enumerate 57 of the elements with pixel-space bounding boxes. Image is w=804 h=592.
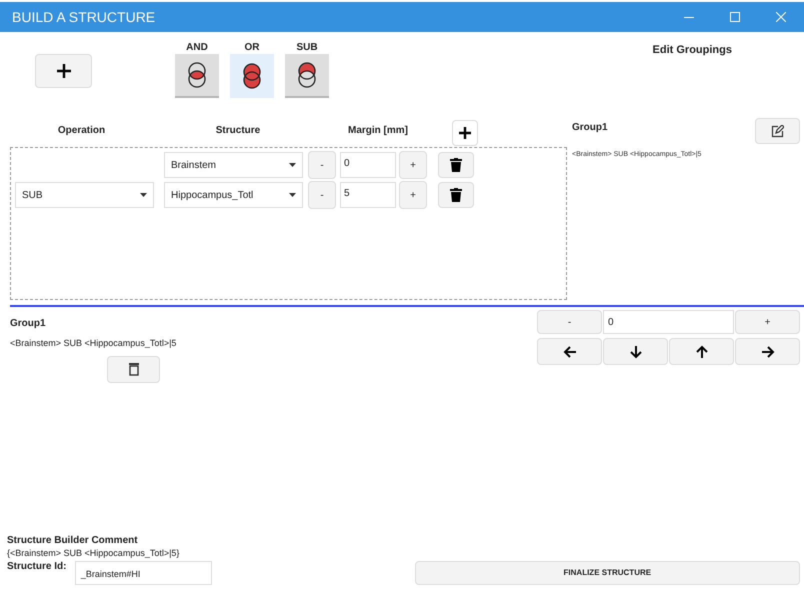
caret-icon	[289, 163, 296, 167]
plus-icon	[56, 64, 70, 78]
operator-button[interactable]	[230, 54, 274, 98]
arrow-icon	[694, 344, 708, 358]
delete-button[interactable]	[438, 182, 474, 208]
caret-icon	[289, 193, 296, 197]
operator-label: AND	[186, 41, 208, 54]
arrow-button[interactable]	[669, 338, 734, 365]
comment-label: Structure Builder Comment	[7, 535, 139, 547]
finalize-button[interactable]: FINALIZE STRUCTURE	[414, 561, 800, 585]
minimize-icon	[684, 16, 694, 18]
arrow-icon	[760, 344, 774, 358]
window-title: BUILD A STRUCTURE	[12, 8, 156, 26]
trash-icon	[128, 362, 140, 376]
operator-label: OR	[244, 41, 260, 54]
decrease-button[interactable]: -	[537, 310, 602, 334]
section-title: Edit Groupings	[652, 43, 732, 58]
group-name: Group1	[10, 317, 47, 331]
operator-button[interactable]	[175, 54, 219, 98]
column-header: Operation	[56, 124, 106, 138]
structure-id-field[interactable]: _Brainstem#HI	[74, 561, 212, 585]
column-header: Margin [mm]	[347, 124, 409, 138]
arrow-button[interactable]	[735, 338, 800, 365]
edit-icon	[771, 124, 784, 138]
add-row-button[interactable]	[452, 120, 478, 146]
group-name: Group1	[572, 121, 608, 135]
offset-field[interactable]: 0	[603, 310, 734, 334]
arrow-icon	[628, 344, 642, 358]
edit-button[interactable]	[755, 118, 800, 144]
delete-group-button[interactable]	[107, 356, 160, 382]
group-expression: <Brainstem> SUB <Hippocampus_Totl>|5	[10, 337, 178, 350]
delete-button[interactable]	[438, 152, 474, 178]
decrease-button[interactable]: -	[308, 151, 336, 179]
trash-icon	[450, 158, 462, 172]
comment-text: {<Brainstem> SUB <Hippocampus_Totl>|5}	[7, 547, 180, 559]
plus-icon	[459, 127, 471, 139]
decrease-button[interactable]: -	[308, 181, 336, 209]
operator-label: SUB	[296, 41, 318, 54]
arrow-icon	[562, 344, 576, 358]
increase-button[interactable]: +	[399, 151, 427, 179]
operation-dropdown[interactable]: SUB	[15, 182, 154, 208]
operator-button[interactable]	[285, 54, 329, 98]
maximize-icon	[730, 12, 740, 22]
increase-button[interactable]: +	[735, 310, 800, 334]
structure-dropdown[interactable]: Brainstem	[164, 152, 303, 178]
column-header: Structure	[214, 124, 262, 138]
arrow-button[interactable]	[537, 338, 602, 365]
increase-button[interactable]: +	[399, 181, 427, 209]
add-button[interactable]	[35, 54, 92, 88]
margin-field[interactable]: 0	[340, 152, 396, 178]
structure-id-label: Structure Id:	[7, 560, 68, 574]
margin-field[interactable]: 5	[340, 182, 396, 208]
close-icon	[776, 12, 786, 22]
structure-dropdown[interactable]: Hippocampus_Totl	[164, 182, 303, 208]
caret-icon	[140, 193, 147, 197]
arrow-button[interactable]	[603, 338, 668, 365]
trash-icon	[450, 188, 462, 202]
